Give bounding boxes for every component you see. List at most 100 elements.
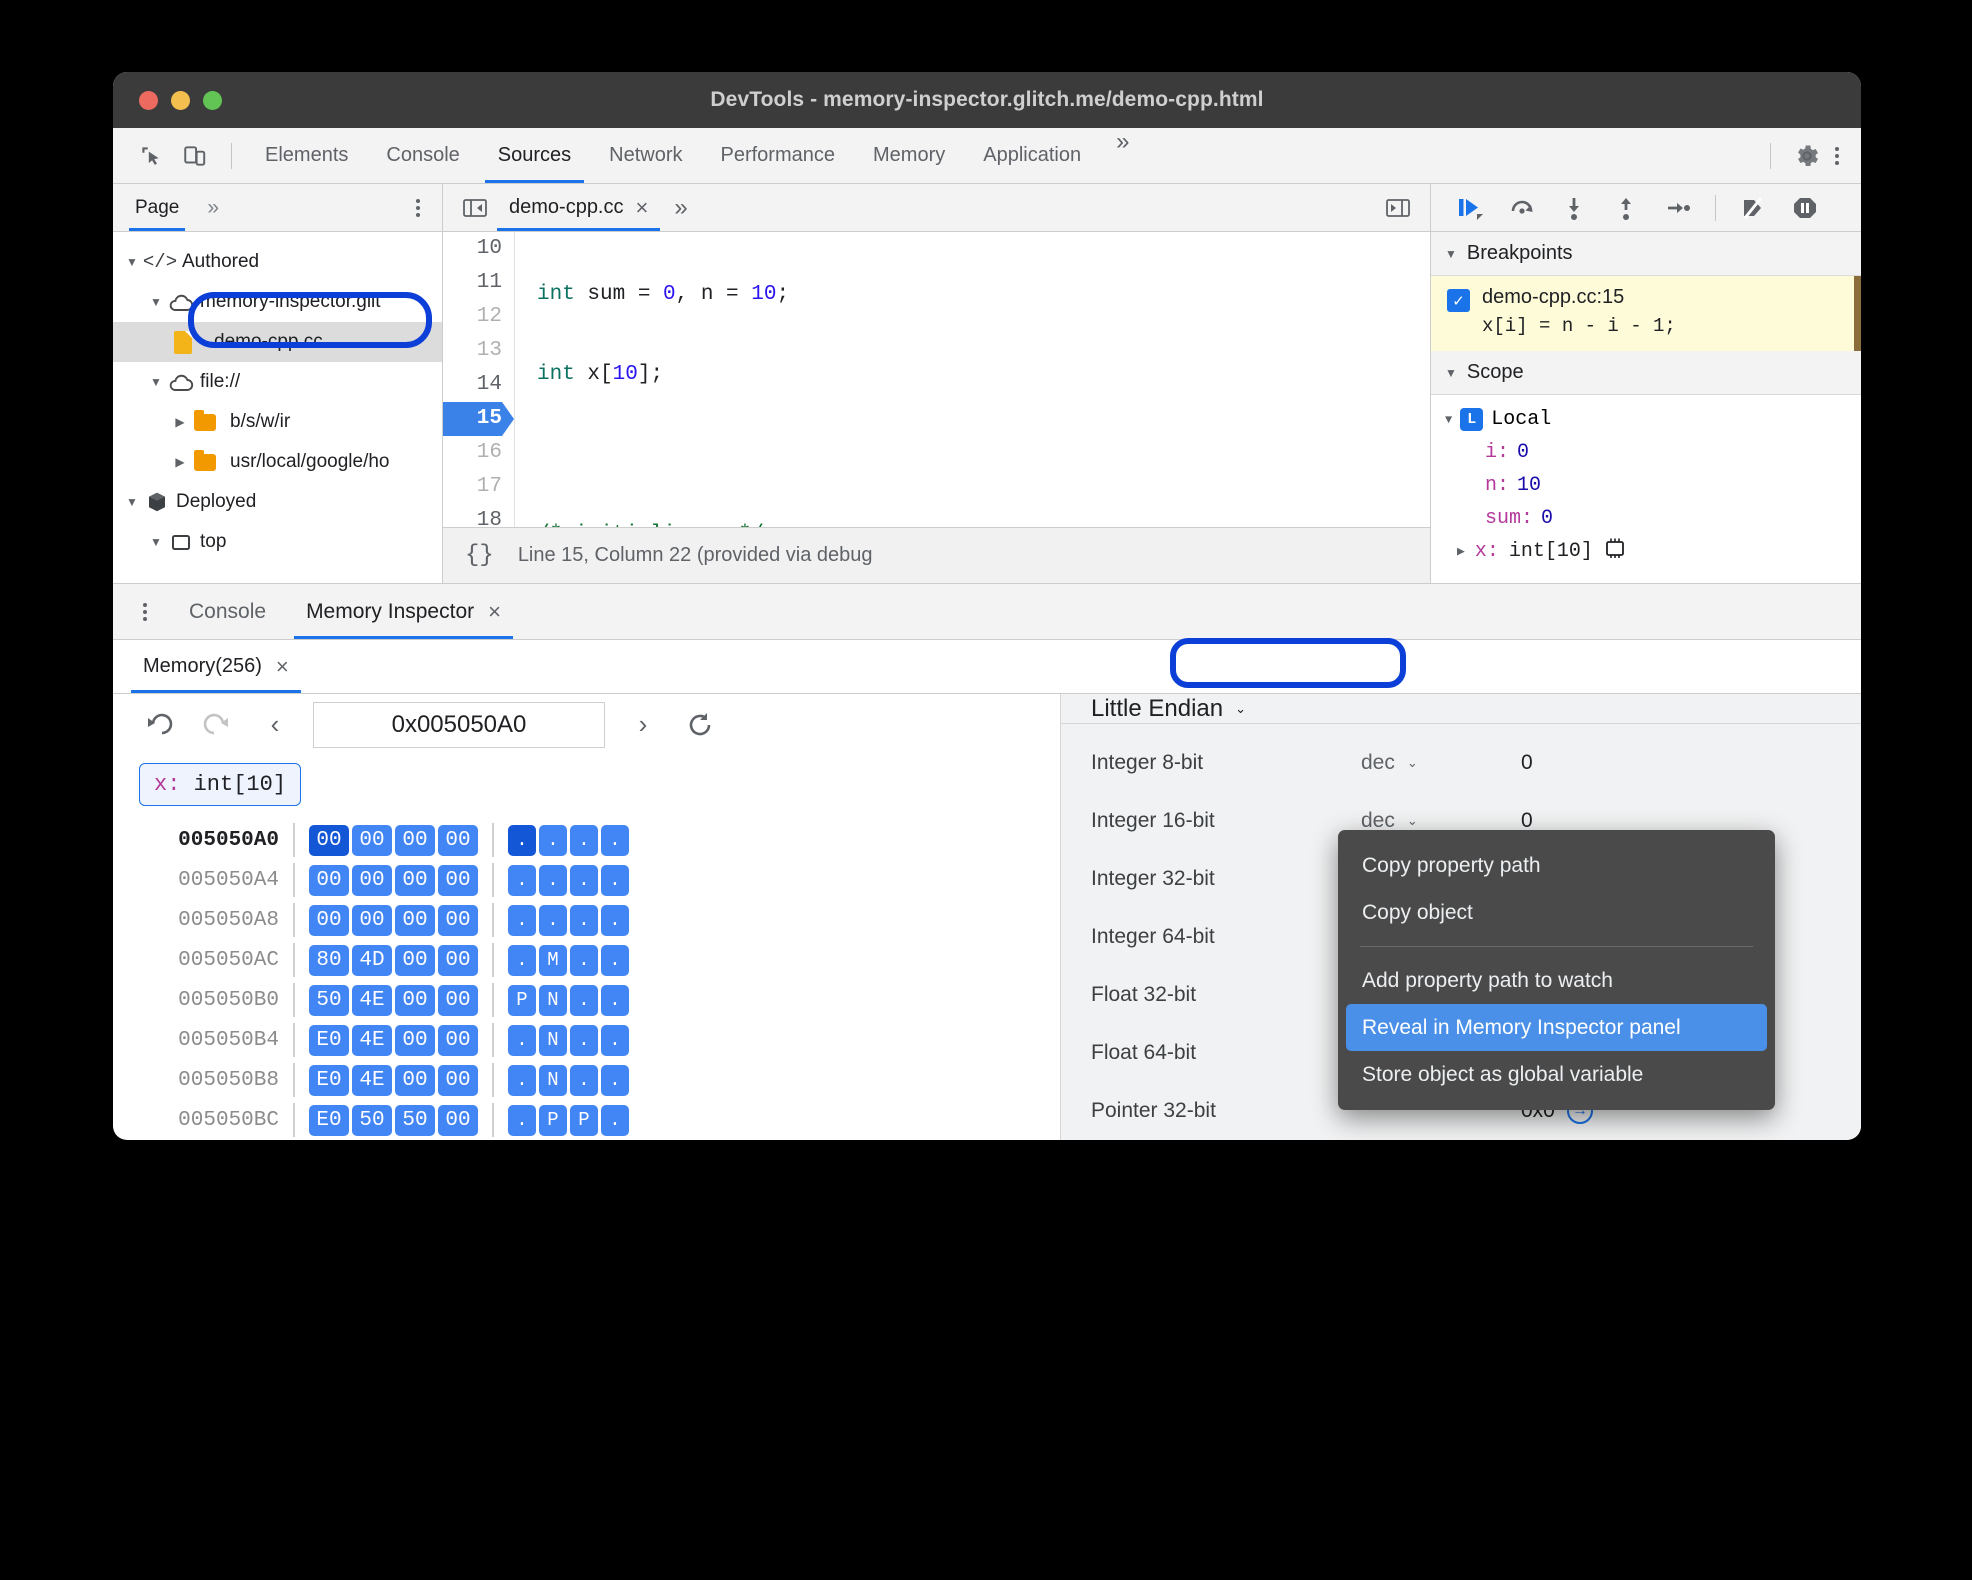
- close-icon[interactable]: ×: [276, 654, 289, 680]
- hex-byte[interactable]: 00: [438, 904, 478, 936]
- ascii-char[interactable]: .: [601, 824, 629, 856]
- hex-byte[interactable]: 00: [395, 1024, 435, 1056]
- scope-variable-sum[interactable]: sum: 0: [1431, 502, 1861, 535]
- step-over-icon[interactable]: [1499, 188, 1545, 228]
- scope-section-header[interactable]: ▼ Scope: [1431, 351, 1861, 395]
- hex-row[interactable]: 005050B8 E0 4E 00 00 . N . .: [113, 1060, 1060, 1100]
- ascii-char[interactable]: .: [601, 1104, 629, 1136]
- ascii-char[interactable]: M: [539, 944, 567, 976]
- drawer-tab-console[interactable]: Console: [169, 584, 286, 639]
- ascii-char[interactable]: .: [539, 904, 567, 936]
- tree-item-bswir[interactable]: ▶ b/s/w/ir: [113, 402, 442, 442]
- hex-byte[interactable]: 80: [309, 944, 349, 976]
- ascii-char[interactable]: .: [601, 904, 629, 936]
- redo-icon[interactable]: [197, 705, 237, 745]
- undo-icon[interactable]: [139, 705, 179, 745]
- step-out-icon[interactable]: [1603, 188, 1649, 228]
- hex-byte[interactable]: 00: [438, 824, 478, 856]
- endianness-select[interactable]: Little Endian ⌄: [1091, 695, 1246, 723]
- hex-byte[interactable]: 00: [438, 944, 478, 976]
- hex-byte[interactable]: 4D: [352, 944, 392, 976]
- panel-expand-icon[interactable]: [1376, 188, 1420, 228]
- chevron-right-icon[interactable]: ▶: [1457, 544, 1465, 559]
- breakpoint-line-number[interactable]: 15: [443, 402, 514, 436]
- ascii-char[interactable]: P: [539, 1104, 567, 1136]
- scope-variable-n[interactable]: n: 10: [1431, 469, 1861, 502]
- hex-byte[interactable]: 00: [438, 1104, 478, 1136]
- close-icon[interactable]: ×: [488, 599, 501, 625]
- ascii-char[interactable]: .: [508, 944, 536, 976]
- hex-row[interactable]: 005050BC E0 50 50 00 . P P .: [113, 1100, 1060, 1140]
- tab-application[interactable]: Application: [964, 128, 1100, 183]
- hex-byte[interactable]: 50: [352, 1104, 392, 1136]
- hex-row[interactable]: 005050A8 00 00 00 00 . . . .: [113, 900, 1060, 940]
- tab-performance[interactable]: Performance: [702, 128, 855, 183]
- hex-byte[interactable]: 00: [438, 984, 478, 1016]
- ascii-char[interactable]: .: [539, 824, 567, 856]
- previous-page-button[interactable]: ‹: [255, 705, 295, 745]
- memory-address-input[interactable]: [313, 701, 605, 748]
- menu-item-add-property-path-to-watch[interactable]: Add property path to watch: [1338, 957, 1775, 1004]
- memory-object-chip[interactable]: x: int[10]: [139, 763, 302, 806]
- navigator-menu-icon[interactable]: [410, 193, 426, 223]
- inspect-cursor-icon[interactable]: [129, 136, 173, 176]
- tab-page[interactable]: Page: [129, 184, 186, 231]
- ascii-char[interactable]: .: [508, 1024, 536, 1056]
- hex-byte[interactable]: 50: [395, 1104, 435, 1136]
- hex-byte[interactable]: 00: [395, 904, 435, 936]
- hex-byte[interactable]: 00: [438, 1064, 478, 1096]
- ascii-char[interactable]: .: [508, 1104, 536, 1136]
- memory-tab-256[interactable]: Memory(256) ×: [131, 640, 301, 693]
- ascii-char[interactable]: N: [539, 1024, 567, 1056]
- ascii-char[interactable]: .: [601, 1064, 629, 1096]
- hex-row[interactable]: 005050A4 00 00 00 00 . . . .: [113, 860, 1060, 900]
- close-icon[interactable]: ×: [636, 195, 649, 221]
- ascii-char[interactable]: .: [539, 864, 567, 896]
- ascii-char[interactable]: .: [570, 1064, 598, 1096]
- hex-byte[interactable]: 00: [352, 824, 392, 856]
- hex-byte[interactable]: E0: [309, 1064, 349, 1096]
- step-into-icon[interactable]: [1551, 188, 1597, 228]
- menu-item-store-object-as-global-variable[interactable]: Store object as global variable: [1338, 1051, 1775, 1098]
- hex-byte[interactable]: 00: [309, 824, 349, 856]
- memory-chip-icon[interactable]: [1603, 537, 1627, 566]
- refresh-icon[interactable]: [681, 705, 721, 745]
- ascii-char[interactable]: .: [601, 1024, 629, 1056]
- scope-local-root[interactable]: ▼ L Local: [1431, 403, 1861, 436]
- tree-item-demo-cpp-cc[interactable]: demo-cpp.cc: [113, 322, 442, 362]
- tab-network[interactable]: Network: [590, 128, 701, 183]
- panel-collapse-icon[interactable]: [453, 188, 497, 228]
- ascii-char[interactable]: .: [601, 944, 629, 976]
- code-area[interactable]: 10 11 12 13 14 15 16 17 18 19 20 int sum…: [443, 232, 1430, 527]
- editor-more-tabs-button[interactable]: »: [660, 194, 701, 222]
- hex-byte[interactable]: 00: [395, 864, 435, 896]
- breakpoint-item[interactable]: ✓ demo-cpp.cc:15 x[i] = n - i - 1;: [1431, 276, 1861, 351]
- tab-console[interactable]: Console: [367, 128, 478, 183]
- hex-row[interactable]: 005050B0 50 4E 00 00 P N . .: [113, 980, 1060, 1020]
- hex-byte[interactable]: 50: [309, 984, 349, 1016]
- hex-byte[interactable]: 00: [352, 864, 392, 896]
- hex-byte[interactable]: E0: [309, 1104, 349, 1136]
- hex-byte[interactable]: 4E: [352, 984, 392, 1016]
- tab-elements[interactable]: Elements: [246, 128, 367, 183]
- deactivate-breakpoints-icon[interactable]: [1730, 188, 1776, 228]
- line-number-gutter[interactable]: 10 11 12 13 14 15 16 17 18 19 20: [443, 232, 515, 527]
- ascii-char[interactable]: .: [570, 944, 598, 976]
- tree-item-top[interactable]: ▼ top: [113, 522, 442, 562]
- ascii-char[interactable]: .: [570, 904, 598, 936]
- hex-byte[interactable]: 00: [352, 904, 392, 936]
- tab-memory[interactable]: Memory: [854, 128, 964, 183]
- tree-item-file-scheme[interactable]: ▼ file://: [113, 362, 442, 402]
- gear-icon[interactable]: [1785, 136, 1829, 176]
- hex-byte[interactable]: 00: [309, 904, 349, 936]
- next-page-button[interactable]: ›: [623, 705, 663, 745]
- navigator-more-button[interactable]: »: [207, 196, 219, 220]
- hex-row[interactable]: 005050AC 80 4D 00 00 . M . .: [113, 940, 1060, 980]
- menu-item-copy-object[interactable]: Copy object: [1338, 889, 1775, 936]
- ascii-char[interactable]: .: [508, 904, 536, 936]
- ascii-char[interactable]: N: [539, 984, 567, 1016]
- ascii-char[interactable]: .: [508, 824, 536, 856]
- pretty-print-icon[interactable]: {}: [465, 542, 494, 569]
- editor-tab-demo-cpp-cc[interactable]: demo-cpp.cc ×: [497, 184, 661, 231]
- ascii-char[interactable]: .: [601, 984, 629, 1016]
